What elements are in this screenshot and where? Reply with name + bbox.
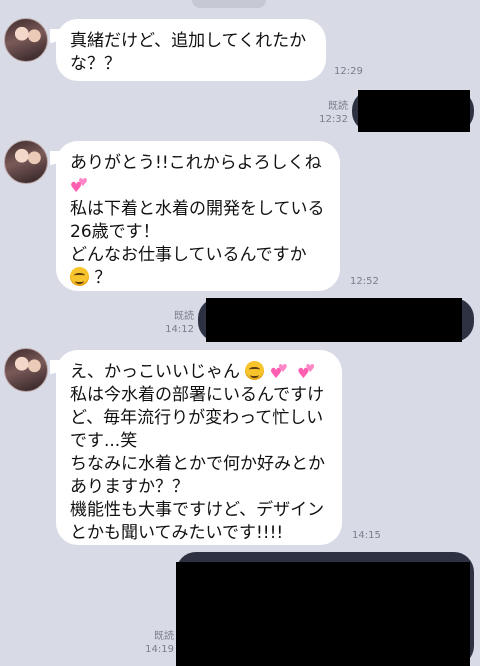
message-line: ♥ ♥ <box>70 175 326 198</box>
scroll-top-indicator <box>192 0 266 8</box>
message-text: え、かっこいいじゃん <box>70 362 240 382</box>
message-text: ？ <box>94 268 112 288</box>
message-line: ？ <box>70 267 326 290</box>
two-hearts-emoji: ♥ ♥ <box>297 362 316 382</box>
message-time: 12:32 <box>319 114 348 125</box>
smile-emoji <box>245 361 265 380</box>
two-hearts-emoji: ♥ ♥ <box>70 176 88 196</box>
incoming-message: 真緒だけど、追加してくれたか な？？ <box>50 19 326 81</box>
message-line: え、かっこいいじゃん ♥ ♥ ♥ ♥ <box>70 361 328 384</box>
incoming-message: ありがとう!!これからよろしくね ♥ ♥ 私は下着と水着の開発をしている 26歳で… <box>50 141 340 291</box>
message-time: 12:52 <box>350 276 379 287</box>
message-line: 私は今水着の部署にいるんですけ <box>70 385 325 405</box>
redaction-box <box>176 562 470 666</box>
read-receipt: 既読 14:12 <box>160 310 194 336</box>
message-line: な？？ <box>70 54 121 74</box>
read-label: 既読 <box>174 311 194 322</box>
avatar[interactable] <box>4 348 48 392</box>
read-receipt: 既読 12:32 <box>314 100 348 126</box>
avatar[interactable] <box>4 18 48 62</box>
message-line: 機能性も大事ですけど、デザイン <box>70 500 325 520</box>
message-time: 14:15 <box>352 530 381 541</box>
two-hearts-emoji: ♥ ♥ <box>269 362 288 382</box>
bubble-tail <box>50 151 64 165</box>
redaction-box <box>206 298 462 342</box>
message-line: です...笑 <box>70 431 138 451</box>
message-line: ありがとう!!これからよろしくね <box>70 152 326 175</box>
message-line: 26歳です！ <box>70 222 160 242</box>
message-line: ちなみに水着とかで何か好みとか <box>70 454 325 474</box>
incoming-message: え、かっこいいじゃん ♥ ♥ ♥ ♥ 私は今水着の部署にいるんですけ ど、毎年流行り… <box>50 350 342 545</box>
message-text: ありがとう!!これからよろしくね <box>70 153 322 173</box>
read-label: 既読 <box>154 631 174 642</box>
redaction-box <box>358 90 470 132</box>
read-label: 既読 <box>328 101 348 112</box>
message-time: 14:19 <box>145 644 174 655</box>
avatar[interactable] <box>4 140 48 184</box>
bubble-tail <box>50 360 64 374</box>
message-line: 真緒だけど、追加してくれたか <box>70 31 307 51</box>
read-receipt: 既読 14:19 <box>140 630 174 656</box>
message-line: ど、毎年流行りが変わって忙しい <box>70 408 324 428</box>
message-line: ありますか？？ <box>70 477 189 497</box>
message-line: とかも聞いてみたいです!!!! <box>70 523 284 543</box>
bubble-tail <box>50 29 64 43</box>
message-line: 私は下着と水着の開発をしている <box>70 199 325 219</box>
message-time: 12:29 <box>334 66 363 77</box>
message-time: 14:12 <box>165 324 194 335</box>
message-line: どんなお仕事しているんですか <box>70 245 307 265</box>
smile-emoji <box>70 267 89 286</box>
